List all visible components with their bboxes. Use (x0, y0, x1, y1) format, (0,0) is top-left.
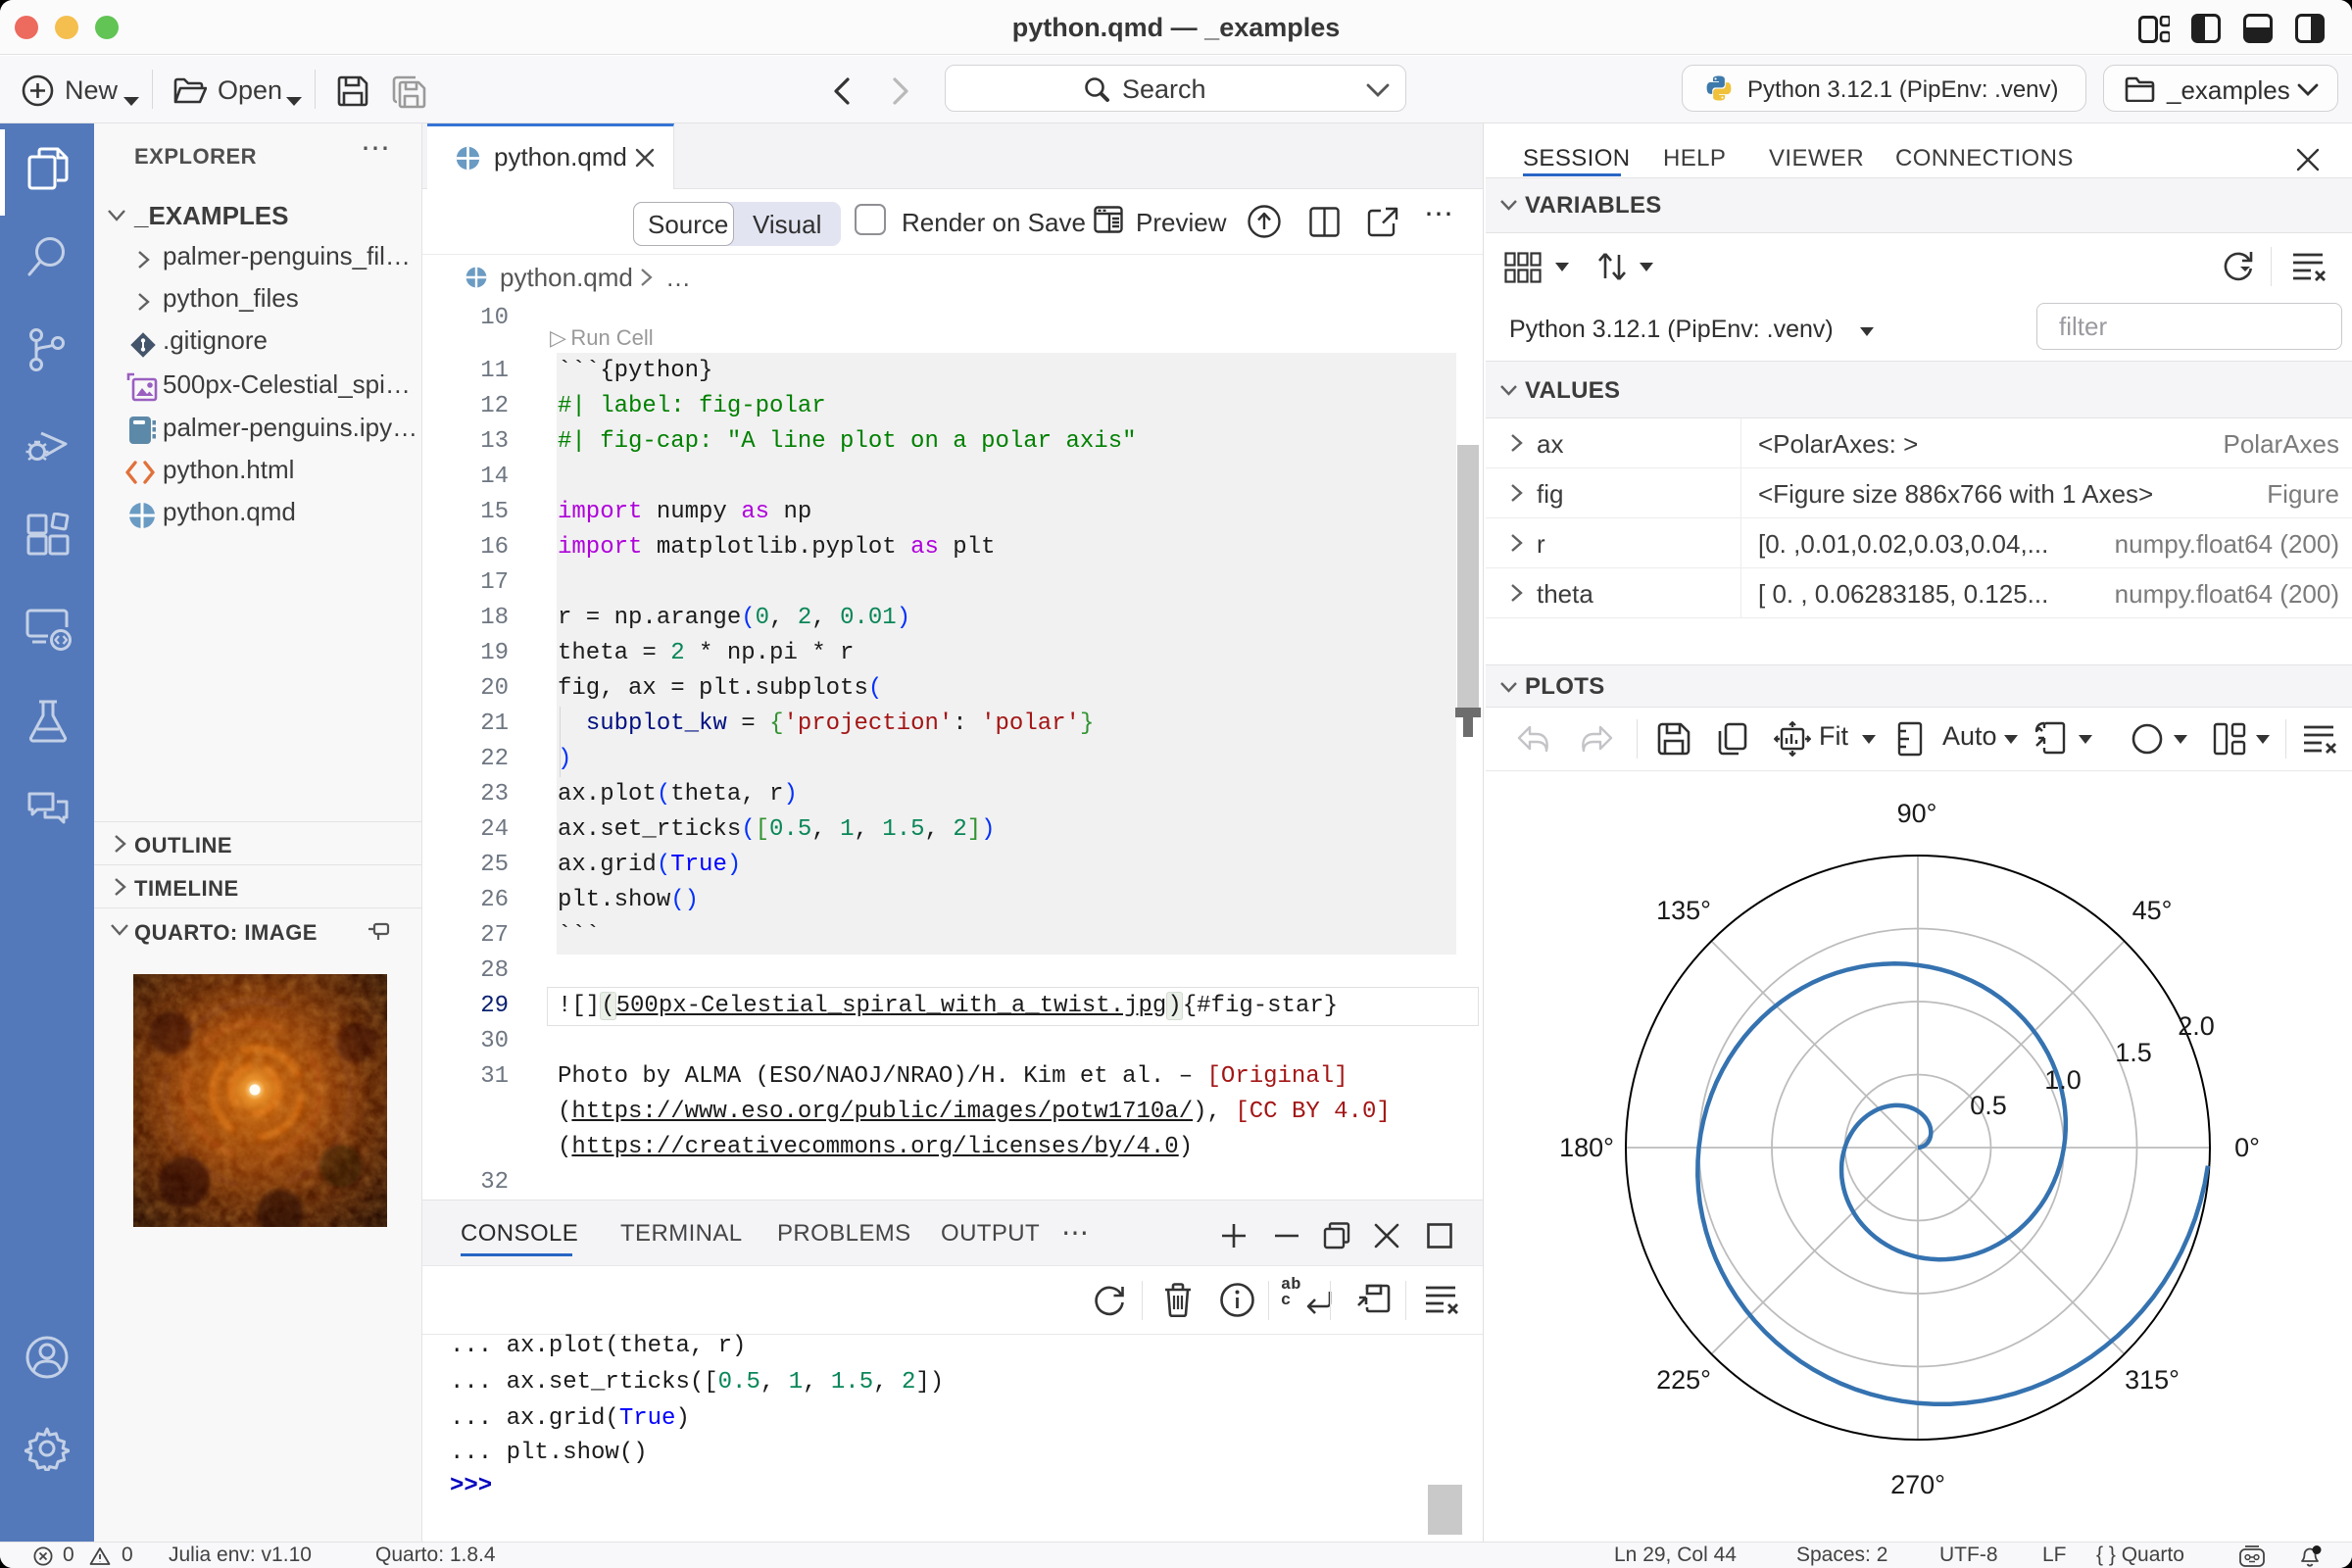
svg-text:315°: 315° (2125, 1365, 2180, 1395)
svg-text:1.5: 1.5 (2115, 1038, 2152, 1067)
svg-text:1.0: 1.0 (2044, 1065, 2082, 1095)
svg-text:45°: 45° (2132, 896, 2173, 925)
svg-text:270°: 270° (1890, 1470, 1945, 1499)
svg-text:0.5: 0.5 (1970, 1091, 2007, 1120)
svg-text:225°: 225° (1656, 1365, 1711, 1395)
svg-text:2.0: 2.0 (2178, 1011, 2215, 1041)
svg-text:0°: 0° (2234, 1133, 2260, 1162)
svg-text:90°: 90° (1897, 799, 1937, 828)
svg-text:180°: 180° (1559, 1133, 1614, 1162)
svg-text:135°: 135° (1656, 896, 1711, 925)
